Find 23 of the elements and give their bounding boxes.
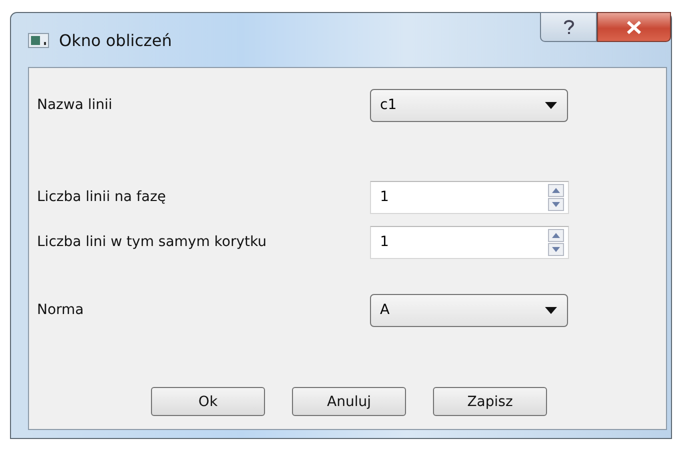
window-title: Okno obliczeń	[59, 30, 172, 50]
window-icon	[28, 32, 49, 48]
help-button[interactable]	[540, 12, 597, 42]
spin-up-icon[interactable]	[548, 184, 564, 196]
close-button[interactable]	[597, 12, 671, 42]
caret-icon	[545, 102, 557, 108]
field-label: Nazwa linii	[37, 97, 114, 113]
dialog-button[interactable]: Ok	[151, 387, 265, 416]
spin-field[interactable]: 1	[370, 180, 569, 214]
field-label: Liczba lini w tym samym korytku	[37, 234, 268, 250]
dialog-button[interactable]: Zapisz	[433, 387, 547, 416]
dialog-button[interactable]: Anuluj	[292, 387, 406, 416]
field-label: Liczba linii na fazę	[37, 189, 167, 205]
dropdown[interactable]: A	[370, 294, 568, 326]
dropdown[interactable]: c1	[370, 88, 568, 122]
help-icon	[562, 19, 574, 35]
caret-icon	[545, 306, 557, 314]
spin-up-icon[interactable]	[548, 228, 564, 242]
spin-down-icon[interactable]	[548, 198, 564, 210]
close-icon	[626, 20, 642, 34]
spin-field[interactable]: 1	[370, 226, 569, 258]
spin-down-icon[interactable]	[548, 242, 564, 256]
field-label: Norma	[37, 302, 85, 318]
